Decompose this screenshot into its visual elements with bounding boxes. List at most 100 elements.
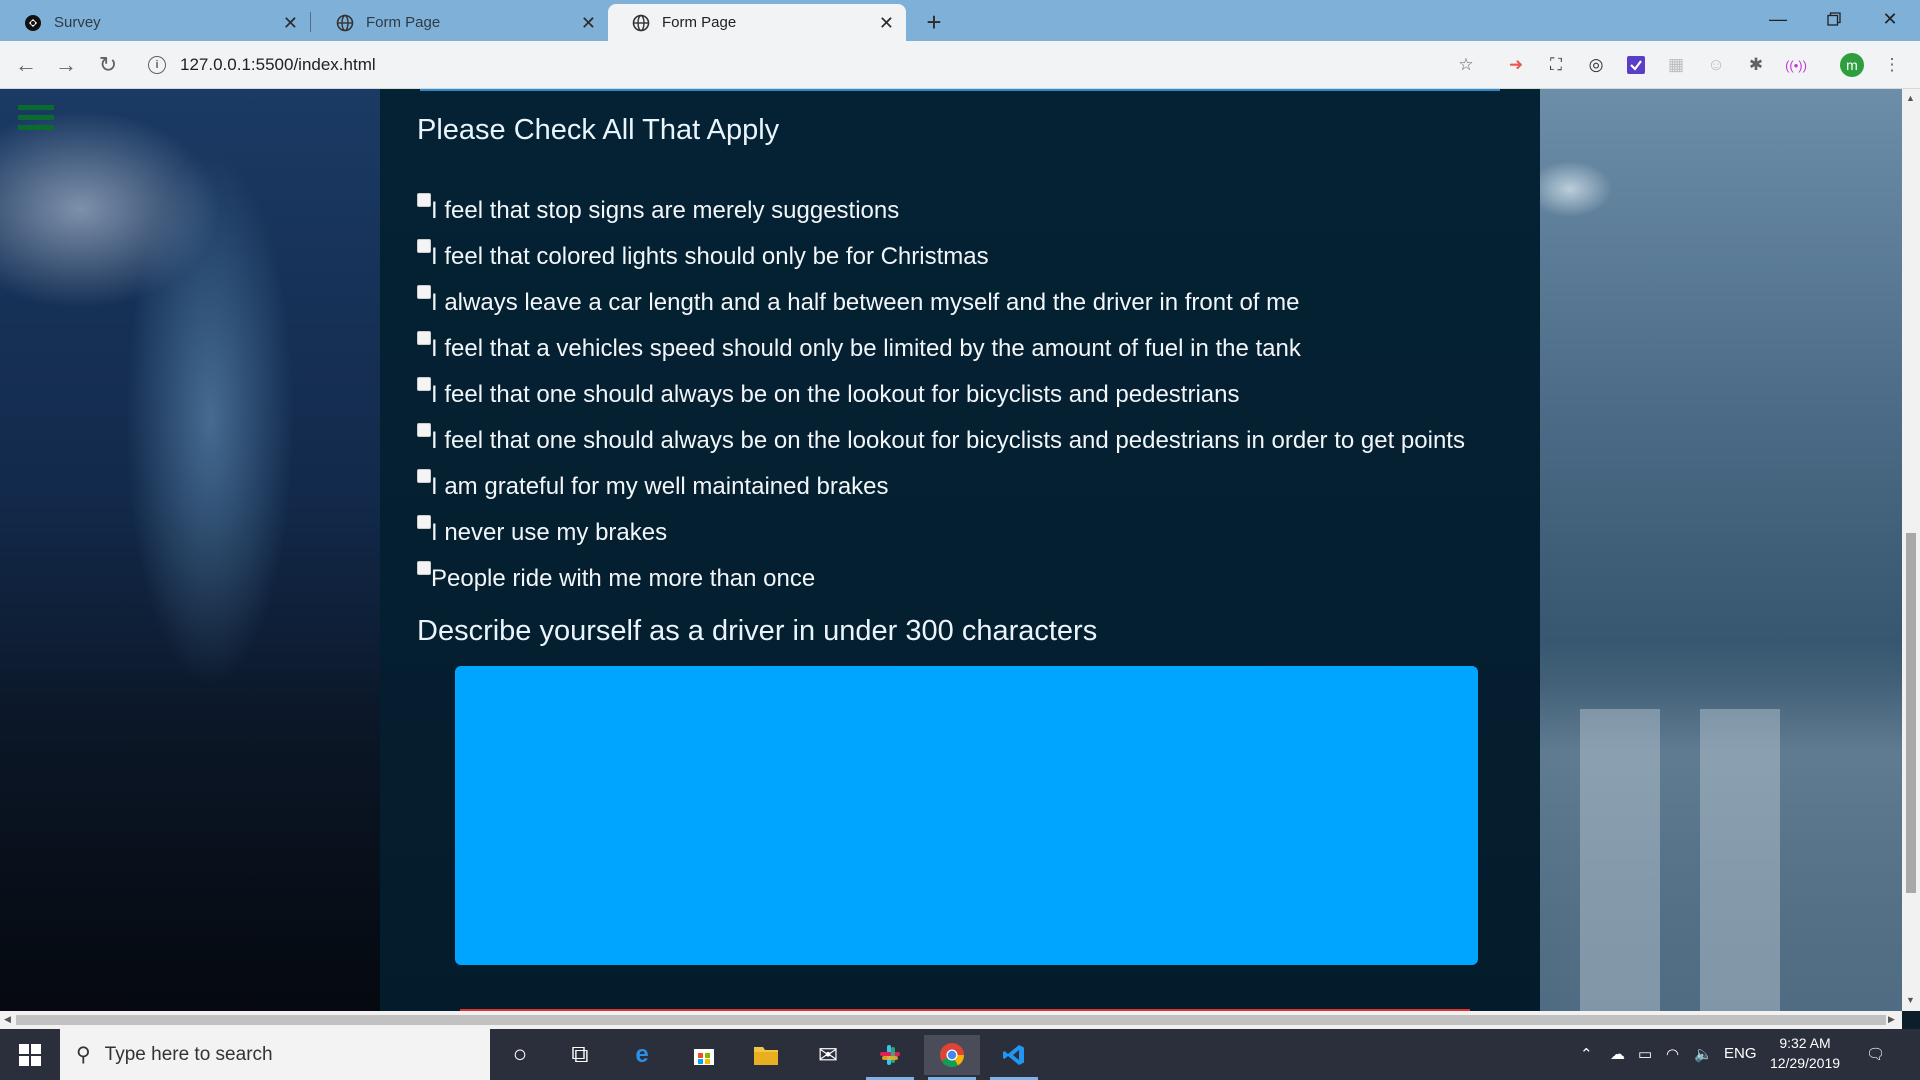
battery-icon[interactable]: ▭: [1638, 1045, 1652, 1063]
file-explorer-icon[interactable]: [738, 1035, 794, 1075]
checkbox[interactable]: [417, 331, 431, 345]
checkbox-label[interactable]: I never use my brakes: [431, 519, 667, 547]
checkbox[interactable]: [417, 285, 431, 299]
scrollbar-thumb[interactable]: [1906, 533, 1916, 893]
taskbar-search-box[interactable]: ⚲ Type here to search: [60, 1029, 490, 1080]
checkbox-label[interactable]: I always leave a car length and a half b…: [431, 289, 1299, 317]
url-text[interactable]: 127.0.0.1:5500/index.html: [180, 55, 376, 75]
extension-check-icon[interactable]: [1624, 53, 1648, 77]
checkbox[interactable]: [417, 239, 431, 253]
windows-start-icon[interactable]: [0, 1029, 60, 1080]
close-icon[interactable]: ✕: [283, 13, 298, 34]
globe-icon: [336, 14, 354, 32]
extension-arrow-icon[interactable]: ➜: [1504, 53, 1528, 77]
checkbox[interactable]: [417, 423, 431, 437]
checkbox-section-heading: Please Check All That Apply: [417, 114, 780, 146]
checkbox-option[interactable]: I feel that colored lights should only b…: [417, 235, 989, 275]
checkbox-label[interactable]: I feel that one should always be on the …: [431, 427, 1465, 455]
back-icon[interactable]: ←: [12, 51, 40, 79]
background-car-image: [0, 89, 380, 1011]
horizontal-scrollbar[interactable]: ◀ ▶: [0, 1011, 1902, 1029]
close-icon[interactable]: ✕: [879, 13, 894, 34]
search-icon: ⚲: [76, 1044, 91, 1066]
tray-chevron-icon[interactable]: ⌃: [1580, 1045, 1593, 1063]
tab-survey[interactable]: Survey ✕: [0, 4, 310, 41]
scroll-right-icon[interactable]: ▶: [1888, 1014, 1895, 1025]
profile-avatar[interactable]: m: [1840, 53, 1864, 77]
minimize-icon[interactable]: —: [1750, 0, 1806, 38]
avatar-initial: m: [1840, 53, 1864, 77]
checkbox[interactable]: [417, 469, 431, 483]
checkbox-option[interactable]: I feel that one should always be on the …: [417, 373, 1240, 413]
scrollbar-thumb[interactable]: [16, 1015, 1886, 1025]
hamburger-menu-icon[interactable]: [14, 101, 58, 139]
checkbox-option[interactable]: I feel that stop signs are merely sugges…: [417, 189, 899, 229]
volume-icon[interactable]: 🔈: [1694, 1045, 1713, 1063]
checkbox-option[interactable]: I always leave a car length and a half b…: [417, 281, 1299, 321]
windows-taskbar: ⚲ Type here to search ○ ⧉ e ✉ ⌃ ☁ ▭ ◠ 🔈 …: [0, 1029, 1920, 1080]
system-clock[interactable]: 9:32 AM 12/29/2019: [1762, 1033, 1848, 1073]
driver-description-textarea[interactable]: [455, 666, 1478, 965]
checkbox[interactable]: [417, 515, 431, 529]
checkbox-option[interactable]: I never use my brakes: [417, 511, 667, 551]
task-view-icon[interactable]: ⧉: [552, 1035, 608, 1075]
bookmark-star-icon[interactable]: ☆: [1454, 53, 1478, 77]
vertical-scrollbar[interactable]: ▲ ▼: [1902, 89, 1920, 1011]
language-indicator[interactable]: ENG: [1724, 1045, 1757, 1062]
road-stripe: [1700, 709, 1780, 1011]
onedrive-icon[interactable]: ☁: [1610, 1045, 1625, 1063]
tab-title: Form Page: [662, 14, 737, 31]
checkbox-label[interactable]: I feel that a vehicles speed should only…: [431, 335, 1301, 363]
address-bar[interactable]: i 127.0.0.1:5500/index.html: [140, 47, 1470, 83]
checkbox-option[interactable]: People ride with me more than once: [417, 557, 815, 597]
checkbox[interactable]: [417, 561, 431, 575]
close-icon[interactable]: ✕: [581, 13, 596, 34]
vscode-icon[interactable]: [986, 1035, 1042, 1080]
extension-circle-icon[interactable]: ◎: [1584, 53, 1608, 77]
notifications-icon[interactable]: 🗨: [1866, 1045, 1885, 1063]
checkbox-label[interactable]: I feel that colored lights should only b…: [431, 243, 989, 271]
checkbox-label[interactable]: I am grateful for my well maintained bra…: [431, 473, 889, 501]
background-road-image: [1540, 89, 1902, 1011]
store-icon[interactable]: [676, 1035, 732, 1075]
extensions-puzzle-icon[interactable]: ✱: [1744, 53, 1768, 77]
tab-form-page-active[interactable]: Form Page ✕: [608, 4, 906, 41]
checkbox-label[interactable]: People ride with me more than once: [431, 565, 815, 593]
checkbox-option[interactable]: I am grateful for my well maintained bra…: [417, 465, 889, 505]
checkbox-label[interactable]: I feel that one should always be on the …: [431, 381, 1240, 409]
extension-face-icon[interactable]: ☺: [1704, 53, 1728, 77]
checkbox-option[interactable]: I feel that a vehicles speed should only…: [417, 327, 1301, 367]
wifi-icon[interactable]: ◠: [1666, 1045, 1679, 1063]
tab-title: Form Page: [366, 14, 441, 31]
tab-form-page[interactable]: Form Page ✕: [312, 4, 608, 41]
edge-browser-icon[interactable]: e: [614, 1035, 670, 1075]
search-placeholder: Type here to search: [104, 1043, 273, 1065]
scroll-up-icon[interactable]: ▲: [1906, 93, 1915, 103]
checkbox-label[interactable]: I feel that stop signs are merely sugges…: [431, 197, 899, 225]
checkbox[interactable]: [417, 193, 431, 207]
slack-icon[interactable]: [862, 1035, 918, 1080]
new-tab-button[interactable]: +: [918, 6, 950, 38]
tab-title: Survey: [54, 14, 101, 31]
screen-capture-icon[interactable]: ⛶: [1544, 53, 1568, 77]
checkbox-option[interactable]: I feel that one should always be on the …: [417, 419, 1465, 459]
reload-icon[interactable]: ↻: [94, 51, 122, 79]
clock-time: 9:32 AM: [1779, 1035, 1831, 1051]
forward-icon[interactable]: →: [52, 51, 80, 79]
menu-kebab-icon[interactable]: ⋮: [1880, 53, 1904, 77]
describe-heading: Describe yourself as a driver in under 3…: [417, 615, 1098, 647]
tab-strip: Survey ✕ Form Page ✕ Form Page ✕ + — ✕: [0, 0, 1920, 41]
mail-icon[interactable]: ✉: [800, 1035, 856, 1075]
cortana-icon[interactable]: ○: [492, 1035, 548, 1075]
chrome-icon[interactable]: [924, 1035, 980, 1080]
restore-icon[interactable]: [1806, 0, 1862, 38]
scroll-down-icon[interactable]: ▼: [1906, 995, 1915, 1005]
panel-divider: [420, 89, 1500, 91]
extension-grid-icon[interactable]: ▦: [1664, 53, 1688, 77]
window-close-icon[interactable]: ✕: [1862, 0, 1918, 38]
checkbox[interactable]: [417, 377, 431, 391]
survey-favicon-icon: [24, 14, 42, 32]
extension-broadcast-icon[interactable]: ((•)): [1784, 53, 1808, 77]
scroll-left-icon[interactable]: ◀: [4, 1014, 11, 1025]
info-icon[interactable]: i: [148, 56, 166, 74]
